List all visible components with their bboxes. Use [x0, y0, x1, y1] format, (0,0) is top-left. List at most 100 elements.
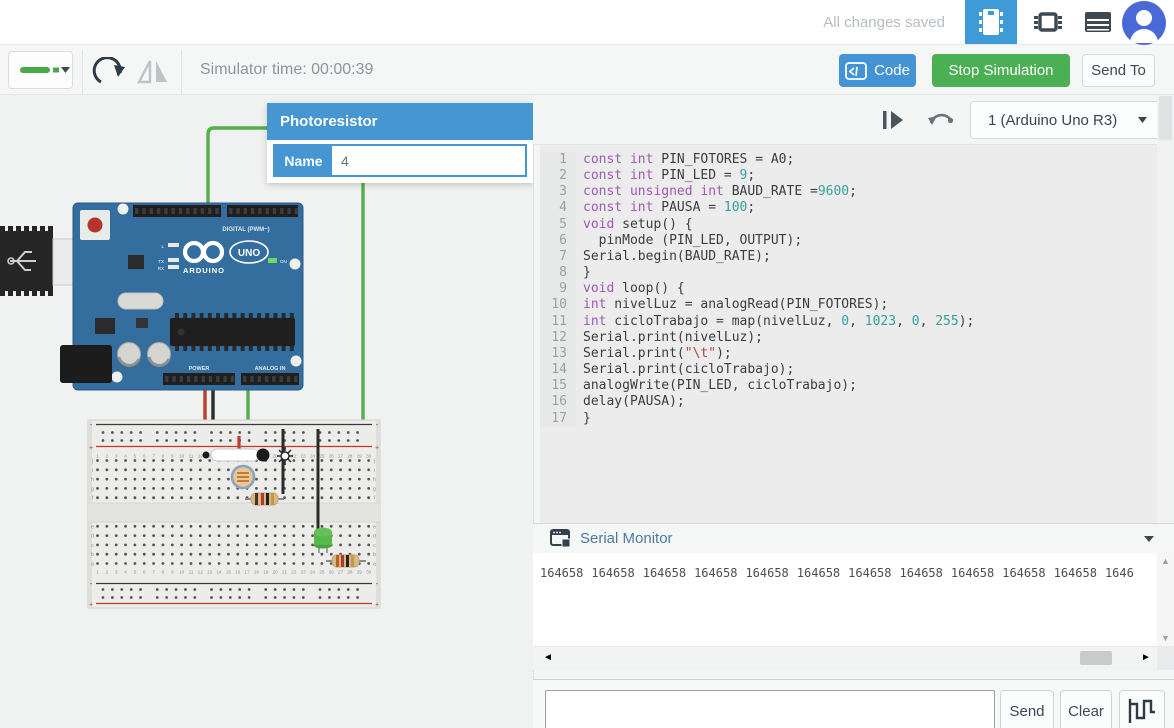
- collapse-chevron-icon[interactable]: [1143, 535, 1155, 543]
- serial-value: 164658: [745, 566, 788, 580]
- send-button[interactable]: Send: [1000, 690, 1054, 728]
- slider-handle[interactable]: [257, 449, 270, 462]
- photoresistor-slider[interactable]: [203, 449, 270, 462]
- code-line[interactable]: 7Serial.begin(BAUD_RATE);: [540, 249, 1157, 265]
- save-status: All changes saved: [760, 0, 945, 45]
- serial-value: 164658: [540, 566, 583, 580]
- svg-text:29: 29: [357, 454, 363, 459]
- code-line[interactable]: 15analogWrite(PIN_LED, cicloTrabajo);: [540, 378, 1157, 394]
- photoresistor[interactable]: [232, 466, 254, 488]
- serial-monitor-header[interactable]: Serial Monitor: [533, 523, 1174, 553]
- serial-value: 164658: [694, 566, 737, 580]
- svg-text:h: h: [373, 477, 376, 483]
- svg-text:23: 23: [301, 570, 307, 575]
- svg-text:11: 11: [189, 570, 194, 575]
- schematic-view-button[interactable]: [1022, 0, 1074, 44]
- waveform-icon: [1127, 698, 1157, 724]
- code-line[interactable]: 6 pinMode (PIN_LED, OUTPUT);: [540, 233, 1157, 249]
- serial-value: 164658: [848, 566, 891, 580]
- code-line[interactable]: 12Serial.print(nivelLuz);: [540, 330, 1157, 346]
- svg-text:b: b: [373, 552, 376, 558]
- code-line[interactable]: 4const int PAUSA = 100;: [540, 200, 1157, 216]
- table-icon: [1084, 10, 1112, 34]
- graph-button[interactable]: [1119, 690, 1165, 728]
- serial-monitor-output-area[interactable]: 164658 164658 164658 164658 164658 164658 1646…: [533, 553, 1157, 646]
- atmega-chip: [170, 318, 295, 346]
- code-line[interactable]: 13Serial.print("\t");: [540, 346, 1157, 362]
- svg-text:12: 12: [198, 454, 204, 459]
- breadboard[interactable]: 1122334455667788991010111112121313141415…: [88, 420, 380, 609]
- hscroll-right-arrow[interactable]: ►: [1136, 646, 1156, 670]
- code-line[interactable]: 14Serial.print(cicloTrabajo);: [540, 362, 1157, 378]
- code-line[interactable]: 9void loop() {: [540, 281, 1157, 297]
- svg-text:g: g: [373, 486, 376, 492]
- svg-text:2: 2: [106, 454, 109, 459]
- send-to-button[interactable]: Send To: [1082, 54, 1155, 87]
- serial-value: 164658: [643, 566, 686, 580]
- photoresistor-popup: Photoresistor Name: [267, 103, 533, 183]
- svg-text:d: d: [91, 534, 94, 540]
- restart-icon[interactable]: [928, 109, 954, 129]
- hscroll-thumb[interactable]: [1080, 651, 1112, 665]
- svg-text:15: 15: [226, 570, 232, 575]
- svg-text:26: 26: [329, 454, 335, 459]
- serial-message-input[interactable]: [545, 690, 995, 728]
- component-list-button[interactable]: [1072, 0, 1124, 44]
- component-name-input[interactable]: [332, 146, 525, 175]
- code-line[interactable]: 10int nivelLuz = analogRead(PIN_FOTORES)…: [540, 297, 1157, 313]
- svg-text:d: d: [373, 534, 376, 540]
- serial-output: 164658 164658 164658 164658 164658 164658 1646…: [533, 553, 1157, 580]
- svg-text:e: e: [373, 524, 376, 530]
- serial-value: 164658: [797, 566, 840, 580]
- user-avatar[interactable]: [1122, 1, 1166, 45]
- chevron-down-icon: [60, 66, 71, 74]
- code-editor[interactable]: 1const int PIN_FOTORES = A0;2const int P…: [540, 145, 1157, 523]
- code-icon: [845, 62, 867, 80]
- serial-value: 164658: [900, 566, 943, 580]
- send-to-label: Send To: [1091, 62, 1146, 79]
- svg-text:28: 28: [347, 570, 353, 575]
- code-button-label: Code: [874, 62, 910, 79]
- rotate-icon[interactable]: [92, 57, 130, 85]
- code-button[interactable]: Code: [839, 54, 916, 87]
- code-line[interactable]: 11int cicloTrabajo = map(nivelLuz, 0, 10…: [540, 314, 1157, 330]
- svg-text:5: 5: [134, 570, 137, 575]
- svg-text:i: i: [92, 468, 93, 474]
- svg-text:21: 21: [282, 570, 288, 575]
- serial-hscrollbar[interactable]: [533, 646, 1157, 670]
- code-line[interactable]: 17}: [540, 411, 1157, 427]
- code-line[interactable]: 1const int PIN_FOTORES = A0;: [540, 152, 1157, 168]
- popup-title[interactable]: Photoresistor: [267, 103, 533, 140]
- flip-icon[interactable]: [136, 58, 170, 84]
- code-line[interactable]: 3const unsigned int BAUD_RATE =9600;: [540, 184, 1157, 200]
- clear-button[interactable]: Clear: [1060, 690, 1112, 728]
- code-line[interactable]: 16delay(PAUSA);: [540, 394, 1157, 410]
- wire-color-dropdown[interactable]: [8, 51, 73, 89]
- circuit-canvas[interactable]: DIGITAL (PWM~) POWER ANALOG IN UNO ARDUI…: [0, 95, 533, 728]
- scroll-up-arrow[interactable]: ▲: [1161, 556, 1170, 566]
- svg-text:26: 26: [329, 570, 335, 575]
- svg-text:+: +: [375, 445, 379, 452]
- svg-text:8: 8: [162, 570, 165, 575]
- svg-text:11: 11: [189, 454, 194, 459]
- svg-text:3: 3: [115, 454, 118, 459]
- svg-text:h: h: [91, 477, 94, 483]
- svg-text:23: 23: [301, 454, 307, 459]
- svg-text:1: 1: [96, 454, 99, 459]
- code-line[interactable]: 8}: [540, 265, 1157, 281]
- stop-simulation-button[interactable]: Stop Simulation: [932, 54, 1070, 87]
- serial-scrollbar[interactable]: ▲ ▼: [1157, 553, 1174, 646]
- code-scrollbar-thumb[interactable]: [1159, 96, 1172, 140]
- svg-text:3: 3: [115, 570, 118, 575]
- code-line[interactable]: 5void setup() {: [540, 217, 1157, 233]
- debugger-icon[interactable]: [882, 111, 908, 129]
- circuit-view-button[interactable]: [965, 0, 1017, 44]
- code-line[interactable]: 2const int PIN_LED = 9;: [540, 168, 1157, 184]
- svg-text:1: 1: [96, 570, 99, 575]
- scroll-down-arrow[interactable]: ▼: [1161, 633, 1170, 643]
- arduino-uno-board[interactable]: DIGITAL (PWM~) POWER ANALOG IN UNO ARDUI…: [60, 203, 303, 390]
- code-scrollbar[interactable]: [1157, 95, 1174, 523]
- board-selector-dropdown[interactable]: 1 (Arduino Uno R3): [970, 101, 1161, 139]
- svg-text:27: 27: [338, 454, 344, 459]
- hscroll-left-arrow[interactable]: ◄: [538, 646, 558, 670]
